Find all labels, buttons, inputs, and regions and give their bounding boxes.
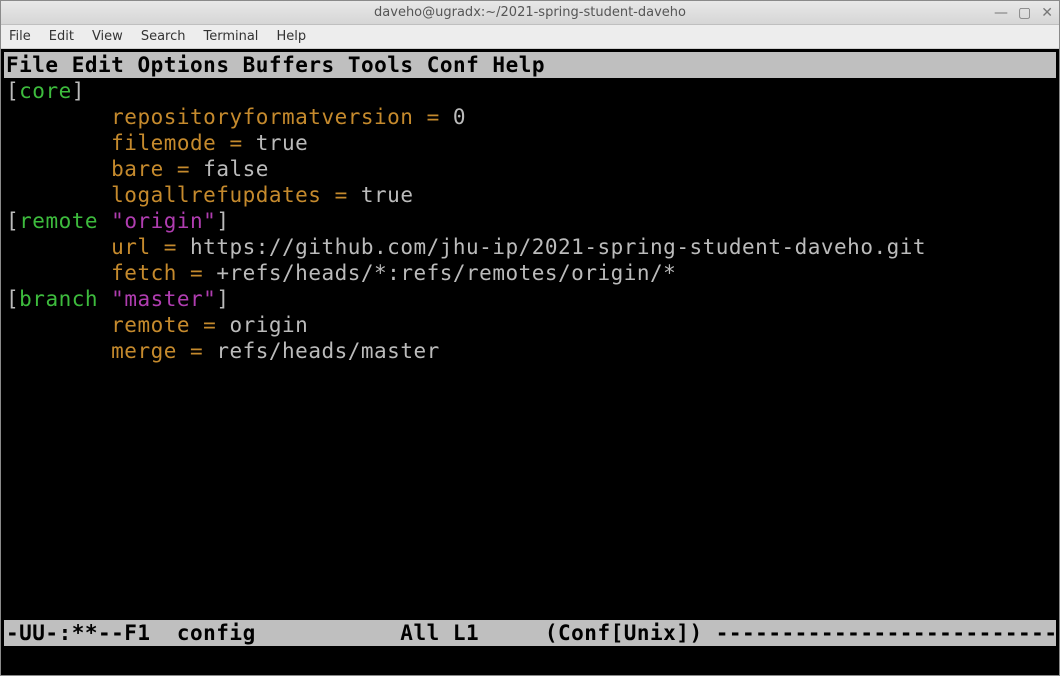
property-value: +refs/heads/*:refs/remotes/origin/* [216, 261, 676, 285]
emacs-menu-buffers[interactable]: Buffers [243, 53, 335, 77]
equals-sign: = [413, 105, 452, 129]
os-menubar: File Edit View Search Terminal Help [1, 25, 1059, 49]
emacs-menu-options[interactable]: Options [137, 53, 229, 77]
equals-sign: = [177, 339, 216, 363]
maximize-icon[interactable]: ▢ [1018, 6, 1031, 20]
section-name: branch [19, 287, 98, 311]
section-name: remote [19, 209, 98, 233]
bracket-close-icon: ] [216, 287, 229, 311]
bracket-open-icon: [ [6, 287, 19, 311]
property-value: false [203, 157, 269, 181]
titlebar[interactable]: daveho@ugradx:~/2021-spring-student-dave… [1, 1, 1059, 25]
section-subname: "origin" [111, 209, 216, 233]
config-property: fetch = +refs/heads/*:refs/remotes/origi… [6, 260, 1054, 286]
property-key: bare [111, 157, 164, 181]
config-section-header: [remote "origin"] [6, 208, 1054, 234]
emacs-menu-help[interactable]: Help [492, 53, 545, 77]
config-section-header: [core] [6, 78, 1054, 104]
config-property: merge = refs/heads/master [6, 338, 1054, 364]
property-value: refs/heads/master [216, 339, 439, 363]
section-subname: "master" [111, 287, 216, 311]
os-menu-search[interactable]: Search [141, 29, 186, 44]
config-property: bare = false [6, 156, 1054, 182]
modeline-dashes: ----------------------------- [716, 621, 1060, 645]
bracket-open-icon: [ [6, 79, 19, 103]
os-menu-edit[interactable]: Edit [49, 29, 74, 44]
emacs-menu-conf[interactable]: Conf [427, 53, 480, 77]
close-icon[interactable]: ✕ [1041, 6, 1053, 20]
property-value: 0 [453, 105, 466, 129]
config-property: repositoryformatversion = 0 [6, 104, 1054, 130]
bracket-open-icon: [ [6, 209, 19, 233]
section-name: core [19, 79, 72, 103]
minimize-icon[interactable]: — [994, 6, 1008, 20]
emacs-frame: File Edit Options Buffers Tools Conf Hel… [3, 51, 1057, 673]
property-key: logallrefupdates [111, 183, 321, 207]
property-key: url [111, 235, 150, 259]
equals-sign: = [190, 313, 229, 337]
property-key: filemode [111, 131, 216, 155]
os-menu-file[interactable]: File [9, 29, 31, 44]
modeline-status: All L1 (Conf[Unix]) [348, 621, 716, 645]
modeline: -UU-:**--F1 config All L1 (Conf[Unix]) -… [4, 620, 1056, 646]
config-property: remote = origin [6, 312, 1054, 338]
equals-sign: = [151, 235, 190, 259]
equals-sign: = [177, 261, 216, 285]
property-value: origin [229, 313, 308, 337]
property-key: remote [111, 313, 190, 337]
equals-sign: = [321, 183, 360, 207]
equals-sign: = [164, 157, 203, 181]
editor-area[interactable]: [core] repositoryformatversion = 0 filem… [4, 78, 1056, 620]
property-value: true [256, 131, 309, 155]
config-property: url = https://github.com/jhu-ip/2021-spr… [6, 234, 1054, 260]
app-window: daveho@ugradx:~/2021-spring-student-dave… [0, 0, 1060, 676]
terminal: File Edit Options Buffers Tools Conf Hel… [1, 49, 1059, 675]
minibuffer[interactable] [4, 646, 1056, 672]
emacs-menu-file[interactable]: File [6, 53, 59, 77]
window-title: daveho@ugradx:~/2021-spring-student-dave… [374, 5, 686, 20]
property-value: true [361, 183, 414, 207]
config-section-header: [branch "master"] [6, 286, 1054, 312]
window-controls: — ▢ ✕ [994, 1, 1053, 25]
os-menu-view[interactable]: View [92, 29, 123, 44]
os-menu-terminal[interactable]: Terminal [203, 29, 258, 44]
config-property: filemode = true [6, 130, 1054, 156]
modeline-left: -UU-:**--F1 config [6, 621, 282, 645]
emacs-menubar: File Edit Options Buffers Tools Conf Hel… [4, 52, 1056, 78]
equals-sign: = [216, 131, 255, 155]
os-menu-help[interactable]: Help [276, 29, 306, 44]
bracket-close-icon: ] [216, 209, 229, 233]
property-key: fetch [111, 261, 177, 285]
property-key: repositoryformatversion [111, 105, 413, 129]
property-value: https://github.com/jhu-ip/2021-spring-st… [190, 235, 926, 259]
bracket-close-icon: ] [72, 79, 85, 103]
emacs-menu-edit[interactable]: Edit [72, 53, 125, 77]
property-key: merge [111, 339, 177, 363]
emacs-menu-tools[interactable]: Tools [348, 53, 414, 77]
config-property: logallrefupdates = true [6, 182, 1054, 208]
